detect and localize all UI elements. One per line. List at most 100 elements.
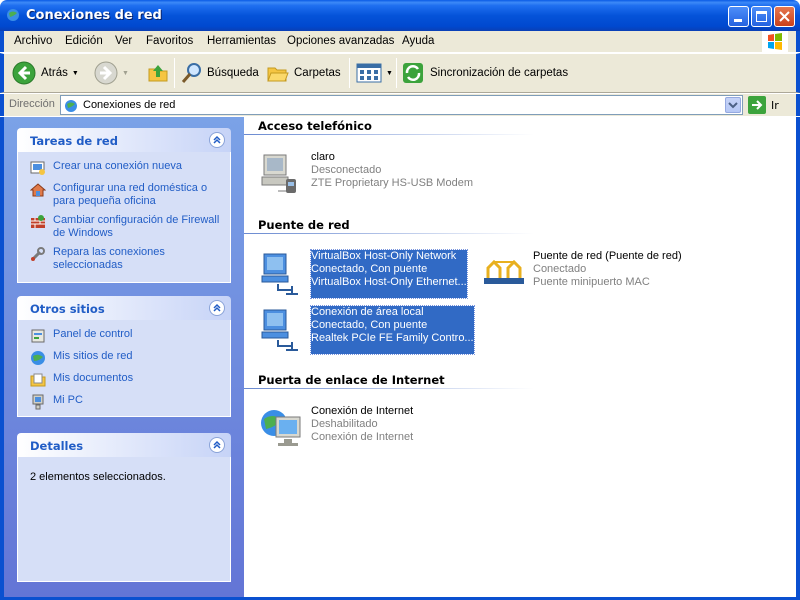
create-connection-link[interactable]: Crear una conexión nueva	[30, 160, 222, 176]
address-value: Conexiones de red	[83, 99, 176, 111]
back-arrow-icon	[12, 61, 36, 85]
connection-text: VirtualBox Host-Only Network Conectado, …	[310, 249, 468, 299]
network-tasks-header[interactable]: Tareas de red	[17, 128, 231, 152]
connection-device: VirtualBox Host-Only Ethernet...	[311, 276, 467, 288]
connection-status: Conectado, Con puente	[311, 319, 428, 331]
sync-label: Sincronización de carpetas	[430, 67, 569, 79]
collapse-icon[interactable]	[209, 437, 225, 453]
forward-dropdown-icon[interactable]: ▼	[122, 70, 129, 77]
lan-bridged-icon	[261, 253, 298, 295]
connection-text: Conexión de área local Conectado, Con pu…	[310, 305, 475, 355]
repair-connections-link[interactable]: Repara las conexiones seleccionadas	[30, 246, 222, 272]
back-dropdown-icon[interactable]: ▼	[72, 70, 79, 77]
menu-archivo[interactable]: Archivo	[14, 35, 52, 47]
forward-arrow-icon	[94, 61, 118, 85]
views-icon	[356, 63, 382, 83]
connection-device: Conexión de Internet	[311, 431, 414, 443]
group-header-gateway: Puerta de enlace de Internet	[258, 373, 445, 387]
menu-opciones-avanzadas[interactable]: Opciones avanzadas	[287, 35, 394, 47]
close-button[interactable]	[774, 6, 795, 27]
sync-icon	[403, 63, 423, 83]
menu-ver[interactable]: Ver	[115, 35, 132, 47]
connection-item-selected[interactable]: VirtualBox Host-Only Network Conectado, …	[258, 249, 468, 299]
minimize-button[interactable]	[728, 6, 749, 27]
network-connections-icon	[7, 9, 19, 21]
details-panel: Detalles 2 elementos seleccionados.	[17, 433, 231, 582]
lan-bridged-icon	[261, 309, 298, 351]
control-panel-icon	[31, 329, 45, 343]
back-button[interactable]: Atrás ▼	[12, 60, 79, 86]
my-documents-link[interactable]: Mis documentos	[30, 372, 222, 388]
connection-text: claro Desconectado ZTE Proprietary HS-US…	[311, 151, 473, 199]
maximize-button[interactable]	[751, 6, 772, 27]
connection-item-selected[interactable]: Conexión de área local Conectado, Con pu…	[258, 305, 475, 355]
connection-name: Conexión de área local	[311, 306, 424, 318]
menu-herramientas[interactable]: Herramientas	[207, 35, 276, 47]
collapse-icon[interactable]	[209, 132, 225, 148]
my-documents-icon	[30, 373, 46, 387]
forward-button[interactable]: ▼	[94, 60, 129, 86]
folders-label: Carpetas	[294, 67, 341, 79]
up-folder-button[interactable]	[146, 60, 170, 86]
connection-status: Conectado, Con puente	[311, 263, 428, 275]
network-places-icon	[31, 351, 45, 365]
wrench-icon	[31, 247, 45, 261]
views-dropdown-icon[interactable]: ▼	[386, 70, 393, 77]
connection-item[interactable]: claro Desconectado ZTE Proprietary HS-US…	[258, 151, 473, 199]
search-label: Búsqueda	[207, 67, 259, 79]
firewall-icon	[31, 215, 45, 228]
firewall-link[interactable]: Cambiar configuración de Firewall de Win…	[30, 214, 222, 240]
connection-item[interactable]: Conexión de Internet Deshabilitado Conex…	[258, 405, 413, 453]
connection-name: Puente de red (Puente de red)	[533, 250, 682, 262]
folders-button[interactable]: Carpetas	[266, 60, 341, 86]
connections-list: Acceso telefónico claro Desconectado ZTE…	[244, 117, 796, 597]
details-header[interactable]: Detalles	[17, 433, 231, 457]
toolbar: Atrás ▼ ▼ Búsqueda Carpetas ▼ Sincroniza…	[0, 53, 800, 93]
connection-name: Conexión de Internet	[311, 405, 414, 417]
window-title: Conexiones de red	[26, 8, 162, 23]
folders-icon	[267, 67, 289, 82]
home-network-icon	[30, 183, 46, 197]
chevron-down-icon	[728, 102, 738, 109]
connection-text: Conexión de Internet Deshabilitado Conex…	[311, 405, 413, 453]
address-dropdown-button[interactable]	[725, 97, 741, 113]
go-arrow-icon	[748, 96, 766, 114]
other-places-header[interactable]: Otros sitios	[17, 296, 231, 320]
connection-name: VirtualBox Host-Only Network	[311, 250, 457, 262]
connection-item[interactable]: Puente de red (Puente de red) Conectado …	[480, 250, 682, 298]
collapse-icon[interactable]	[209, 300, 225, 316]
sync-folders-button[interactable]: Sincronización de carpetas	[401, 60, 568, 86]
details-text: 2 elementos seleccionados.	[30, 471, 166, 483]
dialup-modem-icon	[261, 154, 296, 193]
menu-edicion[interactable]: Edición	[65, 35, 103, 47]
connection-device: ZTE Proprietary HS-USB Modem	[311, 177, 473, 189]
address-input[interactable]: Conexiones de red	[60, 95, 743, 115]
my-computer-link[interactable]: Mi PC	[30, 394, 222, 410]
connection-device: Puente minipuerto MAC	[533, 276, 650, 288]
menu-ayuda[interactable]: Ayuda	[402, 35, 434, 47]
create-connection-label: Crear una conexión nueva	[53, 160, 183, 172]
address-label: Dirección	[9, 98, 55, 110]
firewall-label: Cambiar configuración de Firewall de Win…	[53, 214, 220, 239]
title-bar[interactable]: Conexiones de red	[0, 0, 800, 31]
go-button[interactable]: Ir	[748, 96, 779, 114]
menu-favoritos[interactable]: Favoritos	[146, 35, 193, 47]
menu-bar: Archivo Edición Ver Favoritos Herramient…	[0, 31, 800, 52]
network-places-link[interactable]: Mis sitios de red	[30, 350, 222, 366]
network-places-label: Mis sitios de red	[53, 350, 133, 362]
up-folder-icon	[148, 65, 168, 82]
control-panel-link[interactable]: Panel de control	[30, 328, 222, 344]
task-pane: Tareas de red Crear una conexión nueva C…	[4, 117, 244, 597]
group-header-dialup: Acceso telefónico	[258, 119, 372, 133]
other-places-panel: Otros sitios Panel de control Mis sitios…	[17, 296, 231, 417]
new-connection-icon	[30, 161, 45, 175]
details-title: Detalles	[30, 439, 84, 453]
connection-status: Desconectado	[311, 164, 382, 176]
home-network-link[interactable]: Configurar una red doméstica o para pequ…	[30, 182, 222, 208]
go-label: Ir	[771, 98, 779, 112]
connection-status: Conectado	[533, 263, 587, 275]
search-icon	[181, 63, 201, 83]
views-button[interactable]: ▼	[356, 60, 393, 86]
my-computer-label: Mi PC	[53, 394, 83, 406]
search-button[interactable]: Búsqueda	[180, 60, 259, 86]
